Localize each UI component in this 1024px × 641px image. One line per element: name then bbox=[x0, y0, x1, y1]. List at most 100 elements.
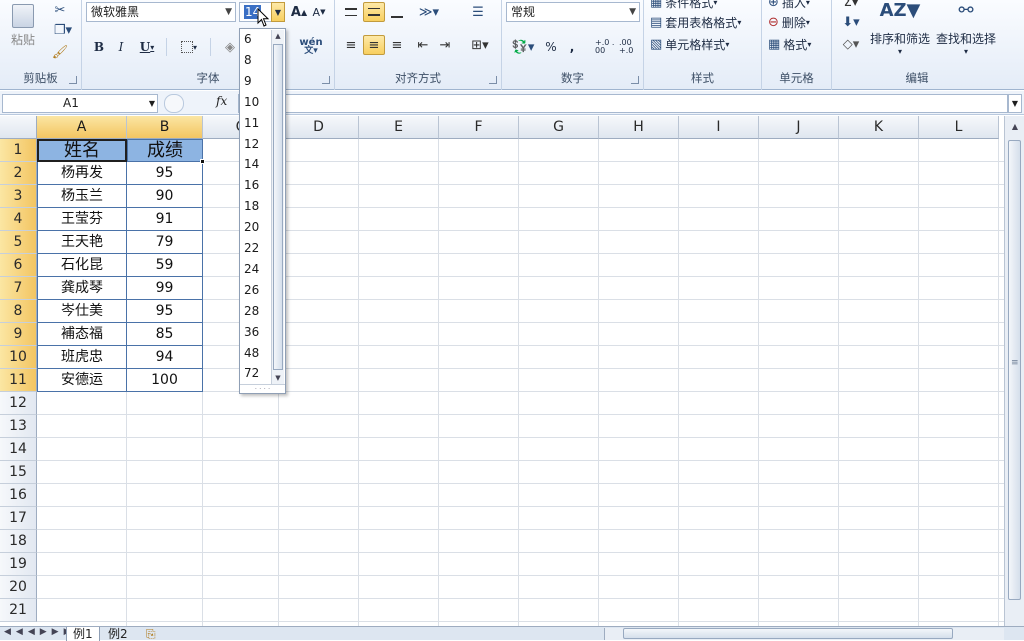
cell-b2[interactable]: 95 bbox=[127, 162, 203, 185]
row-header-6[interactable]: 6 bbox=[0, 254, 37, 277]
dropdown-scrollbar[interactable]: ▲ ▼ bbox=[271, 30, 284, 384]
find-select-button[interactable]: ⚯ 查找和选择 ▾ bbox=[934, 0, 998, 62]
cell-a10[interactable]: 班虎忠 bbox=[37, 346, 127, 369]
number-launcher-icon[interactable] bbox=[631, 76, 639, 84]
row-header-7[interactable]: 7 bbox=[0, 277, 37, 300]
cell-a2[interactable]: 杨再发 bbox=[37, 162, 127, 185]
scroll-up-icon[interactable]: ▲ bbox=[1008, 120, 1022, 134]
sheet-tab-1[interactable]: 例1 bbox=[66, 627, 100, 641]
row-header-8[interactable]: 8 bbox=[0, 300, 37, 323]
column-header-f[interactable]: F bbox=[439, 116, 519, 139]
conditional-format-button[interactable]: ▦ 条件格式 ▾ bbox=[650, 0, 760, 12]
font-size-option[interactable]: 28 bbox=[244, 301, 259, 321]
column-header-b[interactable]: B bbox=[127, 116, 203, 139]
row-header-5[interactable]: 5 bbox=[0, 231, 37, 254]
increase-indent-button[interactable]: ⇥ bbox=[435, 35, 455, 55]
column-header-l[interactable]: L bbox=[919, 116, 999, 139]
horizontal-scrollbar[interactable] bbox=[604, 628, 1004, 640]
paste-button[interactable]: 粘贴 bbox=[4, 2, 42, 50]
font-name-combo[interactable]: 微软雅黑 ▼ bbox=[86, 2, 236, 22]
row-header-17[interactable]: 17 bbox=[0, 507, 37, 530]
currency-button[interactable]: 💱▾ bbox=[508, 37, 538, 57]
column-header-e[interactable]: E bbox=[359, 116, 439, 139]
cell-styles-button[interactable]: ▧ 单元格样式 ▾ bbox=[650, 34, 760, 54]
wrap-text-button[interactable]: ☰ bbox=[467, 2, 489, 22]
font-launcher-icon[interactable] bbox=[322, 76, 330, 84]
delete-button[interactable]: ⊖ 删除 ▾ bbox=[768, 12, 830, 32]
font-size-option[interactable]: 6 bbox=[244, 29, 252, 49]
new-sheet-icon[interactable]: ⎘ bbox=[140, 627, 162, 641]
row-header-9[interactable]: 9 bbox=[0, 323, 37, 346]
cell-a3[interactable]: 杨玉兰 bbox=[37, 185, 127, 208]
font-size-option[interactable]: 14 bbox=[244, 154, 259, 174]
cell-b9[interactable]: 85 bbox=[127, 323, 203, 346]
align-left-button[interactable]: ≡ bbox=[341, 35, 361, 55]
font-size-option[interactable]: 8 bbox=[244, 50, 252, 70]
sort-filter-button[interactable]: AZ▼ 排序和筛选 ▾ bbox=[868, 0, 932, 62]
row-header-1[interactable]: 1 bbox=[0, 139, 37, 162]
row-header-13[interactable]: 13 bbox=[0, 415, 37, 438]
column-header-j[interactable]: J bbox=[759, 116, 839, 139]
clear-button[interactable]: ◇▾ bbox=[838, 34, 864, 54]
align-middle-button[interactable] bbox=[363, 2, 385, 22]
column-header-a[interactable]: A bbox=[37, 116, 127, 139]
phonetic-button[interactable]: wén 文▾ bbox=[292, 37, 330, 57]
cell-b4[interactable]: 91 bbox=[127, 208, 203, 231]
tab-navigation-icon[interactable]: ◀◀◀▶▶▶ bbox=[4, 627, 76, 637]
align-bottom-button[interactable] bbox=[387, 2, 407, 22]
row-header-18[interactable]: 18 bbox=[0, 530, 37, 553]
select-all-corner[interactable] bbox=[0, 116, 37, 139]
orientation-button[interactable]: ≫▾ bbox=[415, 2, 443, 22]
expand-formula-button[interactable]: ▼ bbox=[1008, 94, 1022, 113]
row-header-19[interactable]: 19 bbox=[0, 553, 37, 576]
cell-b1[interactable]: 成绩 bbox=[127, 139, 203, 162]
fill-handle[interactable] bbox=[200, 159, 205, 164]
cell-a11[interactable]: 安德运 bbox=[37, 369, 127, 392]
align-right-button[interactable]: ≡ bbox=[387, 35, 407, 55]
row-header-20[interactable]: 20 bbox=[0, 576, 37, 599]
underline-button[interactable]: U ▾ bbox=[134, 37, 160, 57]
cell-b7[interactable]: 99 bbox=[127, 277, 203, 300]
font-size-option[interactable]: 18 bbox=[244, 196, 259, 216]
cell-b10[interactable]: 94 bbox=[127, 346, 203, 369]
shrink-font-button[interactable]: A ▼ bbox=[310, 2, 328, 22]
italic-button[interactable]: I bbox=[112, 37, 130, 57]
scroll-down-icon[interactable]: ▼ bbox=[272, 372, 284, 384]
row-header-4[interactable]: 4 bbox=[0, 208, 37, 231]
worksheet-grid[interactable]: ABCDEFGHIJKL1234567891011121314151617181… bbox=[0, 116, 1004, 626]
column-header-h[interactable]: H bbox=[599, 116, 679, 139]
increase-decimal-button[interactable]: +.0 .00 bbox=[594, 37, 616, 57]
resize-grip-icon[interactable]: · · · · bbox=[240, 384, 285, 393]
font-size-option[interactable]: 26 bbox=[244, 280, 259, 300]
scroll-up-icon[interactable]: ▲ bbox=[272, 30, 284, 42]
font-size-option[interactable]: 11 bbox=[244, 113, 259, 133]
cell-a6[interactable]: 石化昆 bbox=[37, 254, 127, 277]
row-header-21[interactable]: 21 bbox=[0, 599, 37, 622]
font-size-option[interactable]: 10 bbox=[244, 92, 259, 112]
format-painter-button[interactable]: 🖌 bbox=[48, 42, 72, 62]
font-size-option[interactable]: 24 bbox=[244, 259, 259, 279]
alignment-launcher-icon[interactable] bbox=[489, 76, 497, 84]
vertical-scrollbar[interactable]: ▲ ≡ bbox=[1004, 116, 1024, 626]
row-header-14[interactable]: 14 bbox=[0, 438, 37, 461]
row-header-16[interactable]: 16 bbox=[0, 484, 37, 507]
cell-a9[interactable]: 補态福 bbox=[37, 323, 127, 346]
cell-b5[interactable]: 79 bbox=[127, 231, 203, 254]
table-format-button[interactable]: ▤ 套用表格格式 ▾ bbox=[650, 12, 760, 32]
column-header-i[interactable]: I bbox=[679, 116, 759, 139]
cell-b6[interactable]: 59 bbox=[127, 254, 203, 277]
font-size-option[interactable]: 9 bbox=[244, 71, 252, 91]
formula-input[interactable] bbox=[238, 94, 1008, 113]
number-format-combo[interactable]: 常规 ▼ bbox=[506, 2, 640, 22]
row-header-12[interactable]: 12 bbox=[0, 392, 37, 415]
row-header-2[interactable]: 2 bbox=[0, 162, 37, 185]
font-size-option[interactable]: 48 bbox=[244, 343, 259, 363]
insert-function-button[interactable]: fx bbox=[216, 94, 227, 108]
cell-a5[interactable]: 王天艳 bbox=[37, 231, 127, 254]
cell-b11[interactable]: 100 bbox=[127, 369, 203, 392]
cell-a8[interactable]: 岑仕美 bbox=[37, 300, 127, 323]
autosum-button[interactable]: Σ▾ bbox=[838, 0, 864, 12]
column-header-g[interactable]: G bbox=[519, 116, 599, 139]
grow-font-button[interactable]: A ▲ bbox=[290, 2, 308, 22]
decrease-indent-button[interactable]: ⇤ bbox=[413, 35, 433, 55]
